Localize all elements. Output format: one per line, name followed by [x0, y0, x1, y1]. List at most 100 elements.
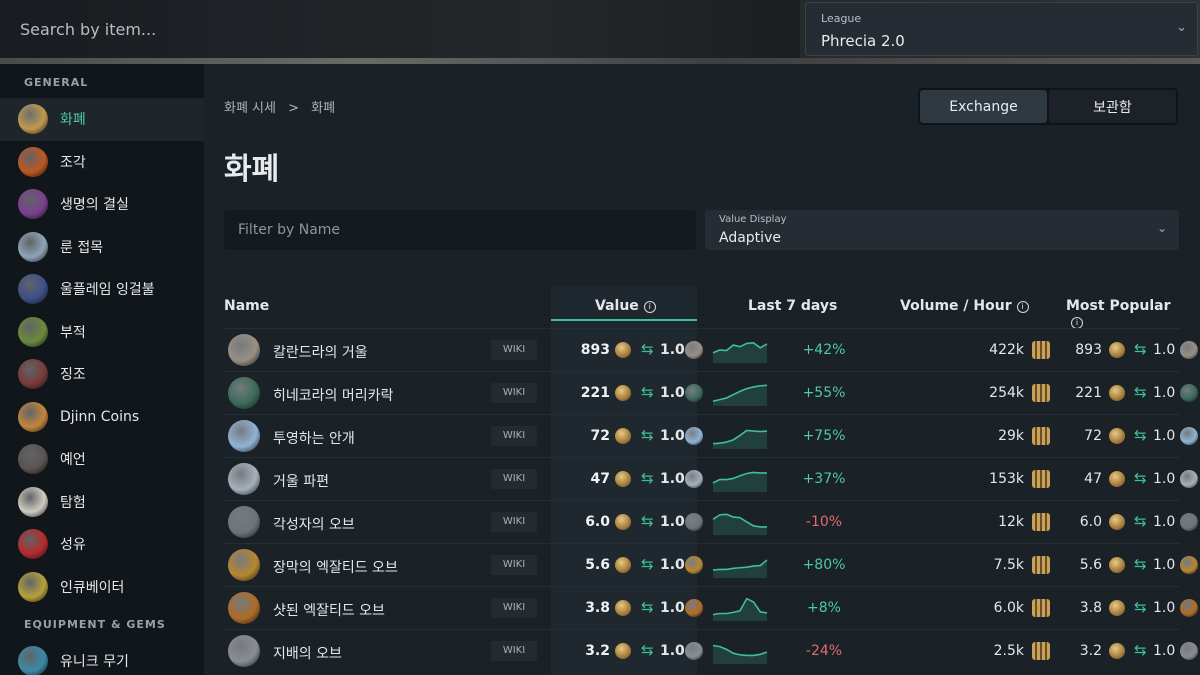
- change-percent: -10%: [805, 514, 843, 530]
- view-toggle: Exchange 보관함: [918, 88, 1178, 125]
- sidebar-item[interactable]: 성유: [0, 523, 204, 566]
- sidebar: GENERAL 화폐 조각생명의 결실룬 접목울플레임 잉걸불부적 징조 Djinn …: [0, 64, 204, 675]
- currency-icon: [18, 104, 48, 135]
- popular-ratio-value: 1.0: [1153, 643, 1176, 659]
- incubator-icon: [18, 571, 48, 602]
- trend-sparkline: [712, 644, 768, 664]
- item-name[interactable]: 칼란드라의 거울: [273, 342, 368, 362]
- mirror-icon: [1180, 341, 1198, 359]
- filter-input[interactable]: [224, 210, 696, 250]
- sidebar-item[interactable]: 조각: [0, 141, 204, 184]
- sidebar-item[interactable]: 징조: [0, 353, 204, 396]
- mirror-shard-icon: [685, 470, 703, 488]
- mirror-icon: [685, 341, 703, 359]
- item-name[interactable]: 샷된 엑잘티드 오브: [273, 600, 385, 620]
- popular-ratio-value: 1.0: [1153, 471, 1176, 487]
- item-name[interactable]: 투영하는 안개: [273, 428, 355, 448]
- search-box[interactable]: [0, 0, 800, 58]
- trend-sparkline: [712, 384, 768, 406]
- table-row[interactable]: 장막의 엑잘티드 오브 WIKI 5.6 ⇆ 1.0 +80% 7.5k 5.6 ⇆ 1.0: [224, 543, 1198, 586]
- mirror-icon: [228, 334, 260, 366]
- header-last7[interactable]: Last 7 days: [748, 298, 837, 314]
- exchange-arrows-icon: ⇆: [641, 383, 654, 401]
- chaos-orb-icon: [1109, 471, 1125, 487]
- chaos-orb-icon: [615, 600, 631, 616]
- item-name[interactable]: 장막의 엑잘티드 오브: [273, 557, 398, 577]
- table-row[interactable]: 히네코라의 머리카락 WIKI 221 ⇆ 1.0 +55% 254k 221 ⇆ 1.0: [224, 371, 1198, 414]
- wiki-link[interactable]: WIKI: [491, 555, 537, 575]
- mist-icon: [1180, 427, 1198, 445]
- item-value: 221: [580, 385, 610, 401]
- dominance-orb-icon: [1180, 642, 1198, 660]
- wiki-link[interactable]: WIKI: [491, 469, 537, 489]
- table-row[interactable]: 지배의 오브 WIKI 3.2 ⇆ 1.0 -24% 2.5k 3.2 ⇆ 1.0: [224, 629, 1198, 672]
- table-row[interactable]: 투영하는 안개 WIKI 72 ⇆ 1.0 +75% 29k 72 ⇆ 1.0: [224, 414, 1198, 457]
- popular-value: 3.2: [1079, 643, 1102, 659]
- sidebar-item[interactable]: 예언: [0, 438, 204, 481]
- header-value[interactable]: Value i: [595, 298, 656, 314]
- filter-box[interactable]: [224, 210, 696, 250]
- info-icon[interactable]: i: [643, 301, 656, 313]
- volume-value: 153k: [989, 471, 1024, 487]
- wiki-link[interactable]: WIKI: [491, 598, 537, 618]
- hair-icon: [228, 377, 260, 409]
- item-name[interactable]: 거울 파편: [273, 471, 329, 491]
- wiki-link[interactable]: WIKI: [491, 340, 537, 360]
- awakener-orb-icon: [1180, 513, 1198, 531]
- ratio-value: 1.0: [660, 385, 685, 401]
- sidebar-item[interactable]: 룬 접목: [0, 226, 204, 269]
- sidebar-item[interactable]: Djinn Coins: [0, 396, 204, 439]
- sidebar-item[interactable]: 생명의 결실: [0, 183, 204, 226]
- sidebar-item[interactable]: 탐험: [0, 481, 204, 524]
- breadcrumb-root[interactable]: 화폐 시세: [224, 101, 276, 116]
- header-name[interactable]: Name: [224, 298, 269, 314]
- dominance-orb-icon: [685, 642, 703, 660]
- change-percent: +75%: [802, 428, 846, 444]
- page-title: 화폐: [224, 152, 280, 187]
- hair-icon: [1180, 384, 1198, 402]
- info-icon[interactable]: i: [1016, 301, 1029, 313]
- sidebar-item[interactable]: 울플레임 잉걸불: [0, 268, 204, 311]
- popular-value: 893: [1075, 342, 1102, 358]
- item-name[interactable]: 지배의 오브: [273, 643, 342, 663]
- trend-sparkline: [712, 513, 767, 535]
- sidebar-item-label: 생명의 결실: [60, 197, 129, 214]
- search-input[interactable]: [0, 0, 800, 58]
- table-row[interactable]: 각성자의 오브 WIKI 6.0 ⇆ 1.0 -10% 12k 6.0 ⇆ 1.0: [224, 500, 1198, 543]
- wiki-link[interactable]: WIKI: [491, 426, 537, 446]
- item-value: 3.2: [585, 643, 610, 659]
- header-volume[interactable]: Volume / Hour i: [900, 298, 1029, 314]
- sidebar-item-label: 성유: [60, 537, 86, 554]
- wiki-link[interactable]: WIKI: [491, 512, 537, 532]
- change-percent: +8%: [807, 600, 841, 616]
- sparkline-area: [713, 430, 767, 449]
- item-name[interactable]: 각성자의 오브: [273, 514, 355, 534]
- wiki-link[interactable]: WIKI: [491, 641, 537, 661]
- table-row[interactable]: 거울 파편 WIKI 47 ⇆ 1.0 +37% 153k 47 ⇆ 1.0: [224, 457, 1198, 500]
- volume-icon: [1032, 513, 1050, 531]
- stash-toggle-button[interactable]: 보관함: [1049, 90, 1176, 123]
- exchange-toggle-button[interactable]: Exchange: [920, 90, 1047, 123]
- sidebar-item-label: 울플레임 잉걸불: [60, 282, 155, 299]
- exchange-arrows-icon: ⇆: [1134, 340, 1147, 358]
- sidebar-item[interactable]: 유니크 무기: [0, 640, 204, 675]
- table-row[interactable]: 칼란드라의 거울 WIKI 893 ⇆ 1.0 +42% 422k 893 ⇆ 1.0: [224, 328, 1198, 371]
- change-percent: +42%: [802, 342, 846, 358]
- volume-icon: [1032, 384, 1050, 402]
- sidebar-heading-general: GENERAL: [24, 76, 89, 89]
- volume-icon: [1032, 599, 1050, 617]
- popular-value: 5.6: [1079, 557, 1102, 573]
- table-row[interactable]: 샷된 엑잘티드 오브 WIKI 3.8 ⇆ 1.0 +8% 6.0k 3.8 ⇆ 1.0: [224, 586, 1198, 629]
- sidebar-item-label: 예언: [60, 452, 86, 469]
- sidebar-item[interactable]: 부적: [0, 311, 204, 354]
- header-popular[interactable]: Most Populari: [1066, 298, 1180, 330]
- wiki-link[interactable]: WIKI: [491, 383, 537, 403]
- item-name[interactable]: 히네코라의 머리카락: [273, 385, 393, 405]
- league-select[interactable]: League Phrecia 2.0 ⌄: [805, 2, 1198, 56]
- volume-value: 7.5k: [993, 557, 1024, 573]
- exchange-arrows-icon: ⇆: [641, 555, 654, 573]
- sidebar-item[interactable]: 화폐: [0, 98, 204, 141]
- ratio-value: 1.0: [660, 514, 685, 530]
- value-display-select[interactable]: Value Display Adaptive ⌄: [705, 210, 1179, 250]
- sidebar-item[interactable]: 인큐베이터: [0, 566, 204, 609]
